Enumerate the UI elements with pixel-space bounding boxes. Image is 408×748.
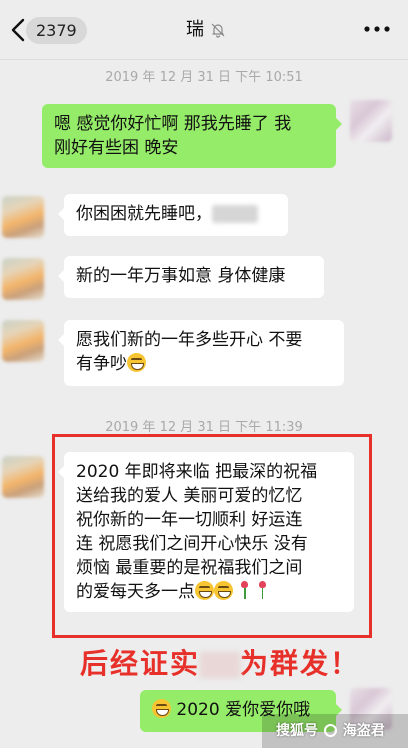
mute-bell-icon	[211, 23, 225, 38]
message-text: 新的一年万事如意 身体健康	[76, 266, 286, 286]
message-bubble-peer[interactable]: 你困困就先睡吧，	[58, 194, 288, 236]
peer-avatar[interactable]	[2, 456, 44, 498]
annotation-text: 后经证实 为群发！	[80, 644, 360, 684]
watermark-logo-icon	[323, 724, 337, 737]
blurred-name	[200, 652, 241, 678]
message-text: 愿我们新的一年多些开心 不要	[76, 330, 303, 350]
message-text: 嗯 感觉你好忙啊 那我先睡了 我	[54, 114, 292, 134]
unread-count-badge[interactable]: 2379	[26, 17, 87, 44]
smile-emoji-icon	[152, 699, 171, 718]
message-bubble-peer[interactable]: 愿我们新的一年多些开心 不要 有争吵	[58, 320, 344, 386]
message-text: 刚好有些困 晚安	[54, 138, 179, 158]
self-avatar[interactable]	[350, 100, 392, 142]
message-text: 有争吵	[76, 354, 127, 374]
more-options-icon[interactable]	[362, 22, 392, 36]
peer-avatar[interactable]	[2, 196, 44, 238]
peer-avatar[interactable]	[2, 258, 44, 300]
chat-header: 2379 瑞	[0, 0, 408, 60]
timestamp: 2019 年 12 月 31 日 下午 10:51	[105, 70, 303, 85]
watermark: 搜狐号 海盗君	[276, 720, 385, 740]
timestamp: 2019 年 12 月 31 日 下午 11:39	[105, 420, 303, 435]
watermark-text: 海盗君	[342, 723, 385, 739]
blurred-name	[212, 205, 258, 223]
message-bubble-self[interactable]: 嗯 感觉你好忙啊 那我先睡了 我 刚好有些困 晚安	[42, 104, 342, 168]
watermark-text: 搜狐号	[276, 723, 318, 739]
chat-title: 瑞	[186, 19, 204, 40]
message-text: 你困困就先睡吧，	[76, 204, 212, 224]
message-bubble-peer[interactable]: 新的一年万事如意 身体健康	[58, 256, 324, 298]
peer-avatar[interactable]	[2, 320, 44, 362]
annotation-part1: 后经证实	[80, 647, 201, 680]
grin-emoji-icon	[127, 353, 146, 372]
annotation-part2: 为群发！	[240, 647, 361, 680]
highlight-box	[52, 434, 372, 638]
